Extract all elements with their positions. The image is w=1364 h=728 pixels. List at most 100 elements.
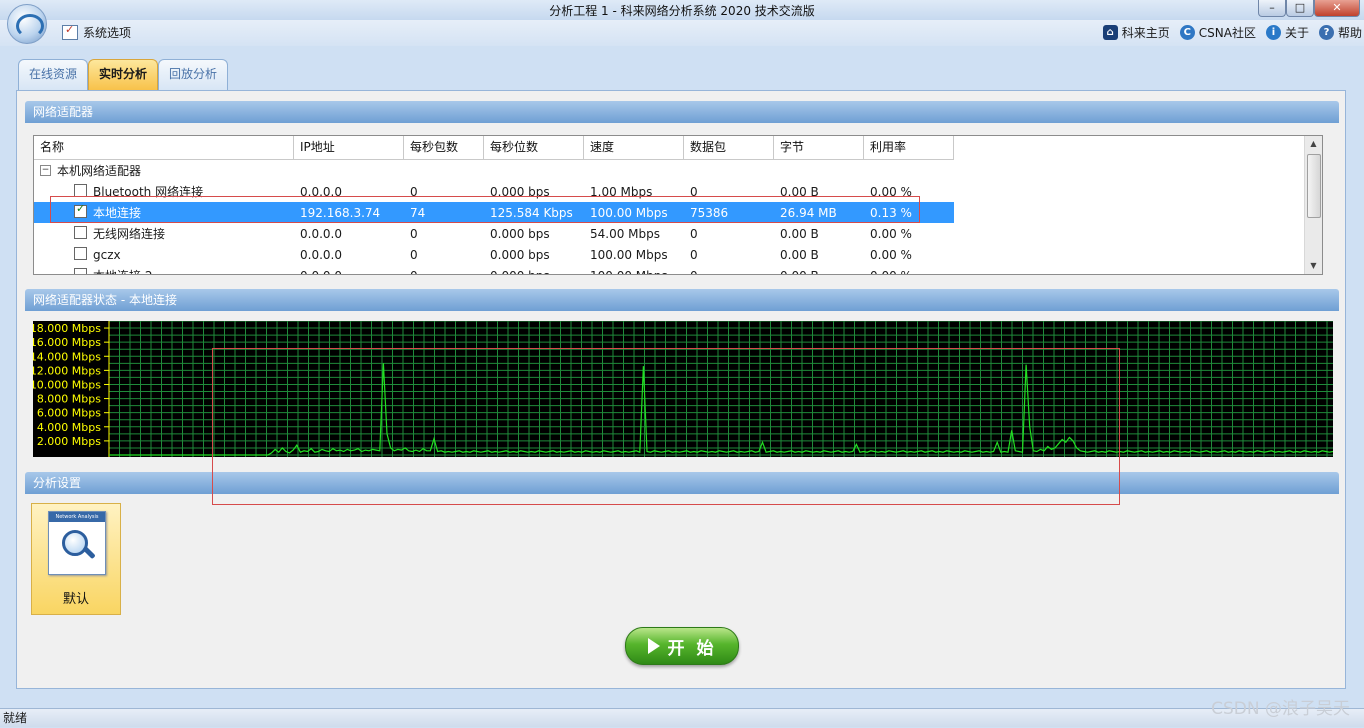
start-button[interactable]: 开 始 (625, 627, 739, 665)
adapter-checkbox[interactable] (74, 247, 87, 260)
table-cell: 0 (690, 247, 698, 262)
network-analysis-icon: Network Analysis (48, 511, 106, 575)
adapters-section-header: 网络适配器 (25, 101, 1339, 123)
community-icon: C (1179, 25, 1195, 40)
status-bar: 就绪 (0, 708, 1364, 727)
table-row[interactable]: 无线网络连接 0.0.0.0 0 0.000 bps 54.00 Mbps 0 0.00 B… (34, 223, 954, 244)
table-cell: 192.168.3.74 (300, 205, 381, 220)
home-icon: ⌂ (1102, 25, 1118, 40)
scroll-thumb[interactable] (1307, 154, 1321, 218)
column-header[interactable]: 名称 (34, 136, 294, 159)
analysis-settings-header: 分析设置 (25, 472, 1339, 494)
table-row[interactable]: 本地连接 20.0.0.000.000 bps100.00 Mbps00.00 … (34, 265, 954, 275)
table-cell: 0.000 bps (490, 226, 550, 241)
system-options-button[interactable]: 系统选项 (62, 23, 132, 41)
adapter-name: 本地连接 (93, 206, 142, 220)
table-cell: 0.0.0.0 (300, 226, 342, 241)
table-row[interactable]: Bluetooth 网络连接 0.0.0.0 0 0.000 bps 1.00 Mbps… (34, 181, 954, 202)
adapter-name: 本地连接 2 (93, 269, 152, 274)
adapter-name: gczx (93, 248, 121, 262)
table-cell: 100.00 Mbps (590, 247, 668, 262)
maximize-button[interactable]: □ (1286, 0, 1314, 17)
table-row[interactable]: 本地连接 192.168.3.74 74 125.584 Kbps 100.00 Mbp… (34, 202, 954, 223)
y-tick-label: 8.000 Mbps (37, 393, 101, 406)
link-help[interactable]: ? 帮助 (1318, 24, 1362, 41)
table-cell: 0 (690, 184, 698, 199)
tab-realtime-analysis[interactable]: 实时分析 (88, 59, 159, 90)
table-scrollbar[interactable]: ▲ ▼ (1304, 136, 1322, 274)
top-links: ⌂ 科来主页 C CSNA社区 i 关于 ? 帮助 (1097, 24, 1362, 41)
column-header[interactable]: 每秒包数 (404, 136, 484, 159)
adapter-checkbox[interactable] (74, 184, 87, 197)
adapter-status-header: 网络适配器状态 - 本地连接 (25, 289, 1339, 311)
y-tick-label: 10.000 Mbps (33, 378, 101, 391)
start-button-label: 开 始 (667, 638, 717, 659)
column-header[interactable]: 数据包 (684, 136, 774, 159)
y-tick-label: 18.000 Mbps (33, 322, 101, 335)
profile-default-tile[interactable]: Network Analysis 默认 (31, 503, 121, 615)
adapter-checkbox[interactable] (74, 268, 87, 274)
options-icon (62, 23, 78, 40)
link-homepage-label: 科来主页 (1121, 26, 1170, 40)
adapter-checkbox[interactable] (74, 226, 87, 239)
minimize-button[interactable]: – (1258, 0, 1286, 17)
column-header[interactable]: 速度 (584, 136, 684, 159)
table-cell: 0.0.0.0 (300, 247, 342, 262)
y-tick-label: 12.000 Mbps (33, 364, 101, 377)
link-community-label: CSNA社区 (1198, 26, 1256, 40)
tab-online-resources[interactable]: 在线资源 (18, 59, 89, 90)
link-about[interactable]: i 关于 (1265, 24, 1309, 41)
link-help-label: 帮助 (1337, 26, 1362, 40)
adapter-group[interactable]: − 本机网络适配器 (40, 162, 141, 179)
column-header[interactable]: IP地址 (294, 136, 404, 159)
title-bar: 分析工程 1 - 科来网络分析系统 2020 技术交流版 – □ ✕ (0, 0, 1364, 20)
scroll-down-icon[interactable]: ▼ (1305, 258, 1322, 274)
table-cell: 74 (410, 205, 426, 220)
table-row[interactable]: gczx 0.0.0.0 0 0.000 bps 100.00 Mbps 0 0.00 B 0… (34, 244, 954, 265)
main-panel: 网络适配器 名称 IP地址 每秒包数 每秒位数 速度 数据包 字节 利用率 − … (16, 90, 1346, 689)
table-cell: 75386 (690, 205, 729, 220)
table-cell: 0.00 B (780, 247, 819, 262)
table-header: 名称 IP地址 每秒包数 每秒位数 速度 数据包 字节 利用率 (34, 136, 954, 160)
app-logo-icon (16, 14, 44, 38)
table-cell: 0.00 B (774, 269, 864, 275)
table-cell: 125.584 Kbps (490, 205, 573, 220)
table-cell: 0 (410, 226, 418, 241)
column-header[interactable]: 利用率 (864, 136, 954, 159)
tab-replay-analysis[interactable]: 回放分析 (158, 59, 229, 90)
profile-image-caption: Network Analysis (49, 512, 105, 522)
table-cell: 100.00 Mbps (590, 205, 668, 220)
table-cell: 0.0.0.0 (294, 269, 404, 275)
scroll-up-icon[interactable]: ▲ (1305, 136, 1322, 152)
window-title: 分析工程 1 - 科来网络分析系统 2020 技术交流版 (549, 4, 815, 18)
link-community[interactable]: C CSNA社区 (1179, 24, 1256, 41)
system-options-label: 系统选项 (83, 26, 132, 40)
tab-bar: 在线资源 实时分析 回放分析 (0, 46, 1364, 92)
collapse-icon[interactable]: − (40, 165, 51, 176)
app-menu-orb[interactable] (7, 4, 47, 44)
watermark: CSDN @浪子吴天 (1211, 699, 1350, 719)
table-cell: 0.000 bps (484, 269, 584, 275)
y-tick-label: 16.000 Mbps (33, 336, 101, 349)
y-tick-label: 4.000 Mbps (37, 421, 101, 434)
adapter-name-cell: gczx (34, 247, 294, 262)
table-cell: 1.00 Mbps (590, 184, 653, 199)
table-cell: 100.00 Mbps (584, 269, 684, 275)
adapter-name-cell: 无线网络连接 (34, 225, 294, 242)
help-icon: ? (1318, 25, 1334, 40)
table-cell: 26.94 MB (780, 205, 837, 220)
y-tick-label: 6.000 Mbps (37, 407, 101, 420)
table-cell: 0.000 bps (490, 247, 550, 262)
table-cell: 0.000 bps (490, 184, 550, 199)
column-header[interactable]: 每秒位数 (484, 136, 584, 159)
table-cell: 0.00 % (870, 226, 912, 241)
adapter-name-cell: 本地连接 (34, 204, 294, 221)
close-button[interactable]: ✕ (1314, 0, 1360, 17)
table-cell: 0.00 % (870, 247, 912, 262)
table-cell: 0 (404, 269, 484, 275)
column-header[interactable]: 字节 (774, 136, 864, 159)
table-cell: 0 (690, 226, 698, 241)
link-homepage[interactable]: ⌂ 科来主页 (1102, 24, 1170, 41)
adapter-name: Bluetooth 网络连接 (93, 185, 204, 199)
adapter-checkbox[interactable] (74, 204, 87, 218)
